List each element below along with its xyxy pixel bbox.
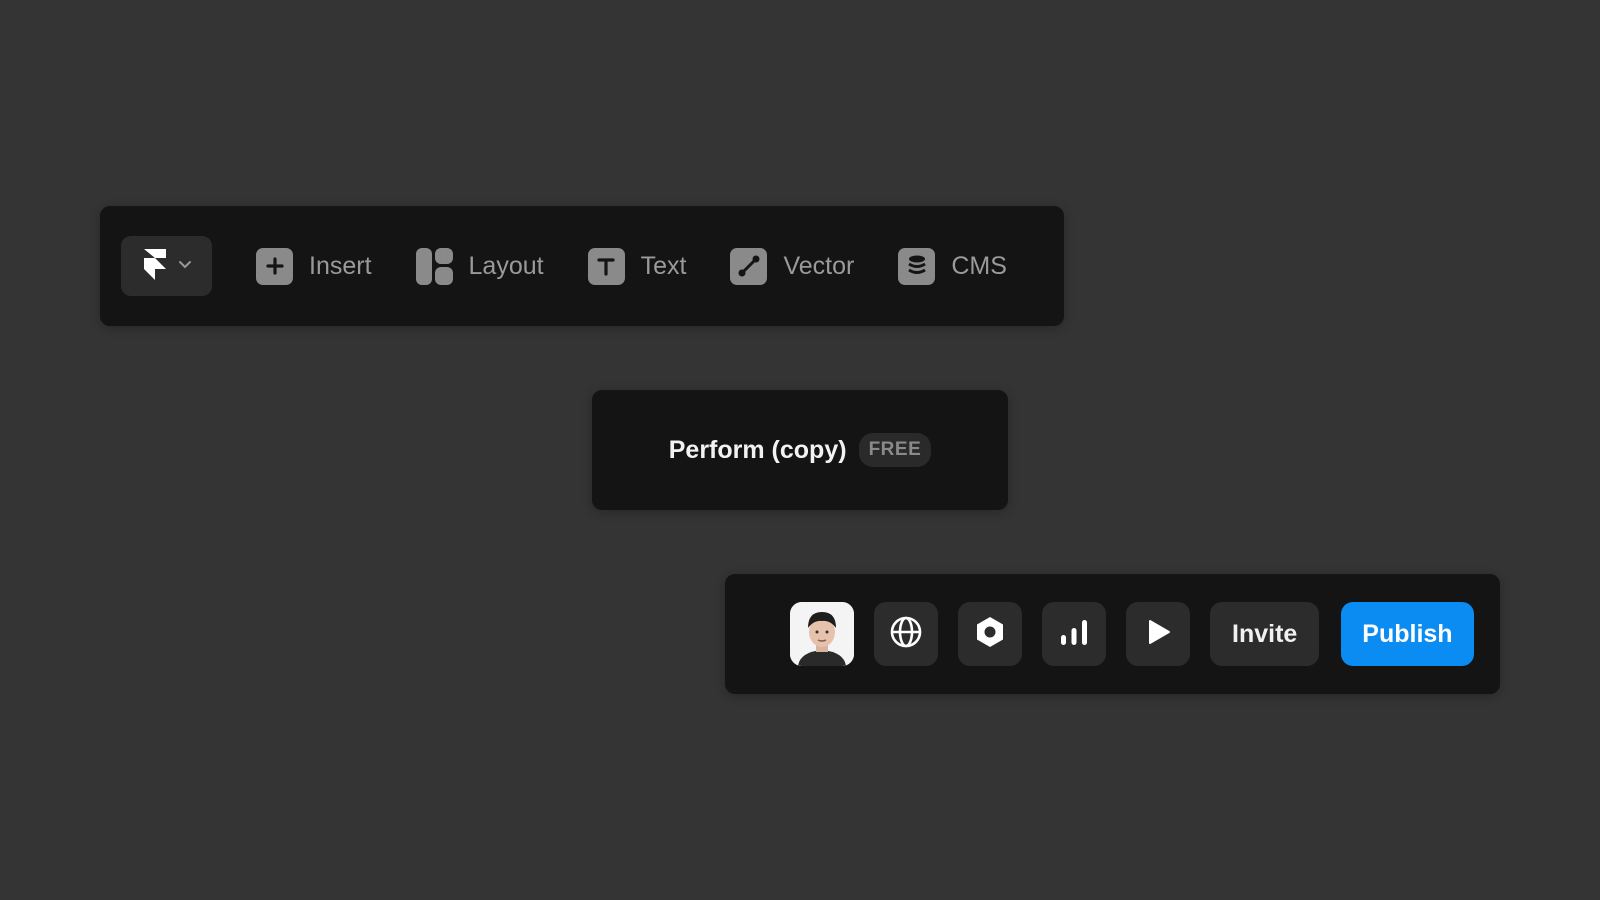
layout-tool[interactable]: Layout [415,247,544,285]
text-icon [587,247,625,285]
settings-hexagon-icon [973,615,1007,654]
play-icon [1143,617,1173,652]
analytics-button[interactable] [1042,602,1106,666]
vector-label: Vector [783,251,855,280]
framer-menu-button[interactable] [121,236,212,296]
project-title-panel[interactable]: Perform (copy) FREE [592,390,1008,510]
user-avatar[interactable] [790,602,854,666]
preview-button[interactable] [1126,602,1190,666]
globe-icon [889,615,923,654]
database-icon [898,247,936,285]
insert-label: Insert [309,251,372,280]
settings-button[interactable] [958,602,1022,666]
vector-pen-icon [730,247,768,285]
cms-tool[interactable]: CMS [898,247,1007,285]
plan-badge: FREE [858,433,932,467]
publish-button[interactable]: Publish [1341,602,1474,666]
globe-button[interactable] [874,602,938,666]
framer-logo-icon [142,247,168,286]
cms-label: CMS [951,251,1007,280]
plus-icon [256,247,293,285]
project-title: Perform (copy) [668,435,847,464]
text-label: Text [640,251,687,280]
actions-toolbar: Invite Publish [725,574,1500,694]
analytics-bars-icon [1058,616,1090,653]
insert-tool[interactable]: Insert [256,247,372,285]
layout-label: Layout [468,251,544,280]
text-tool[interactable]: Text [587,247,687,285]
chevron-down-icon [178,257,192,275]
main-toolbar: Insert Layout Text Vector CMS [100,206,1064,326]
invite-button[interactable]: Invite [1210,602,1320,666]
layout-icon [415,247,453,285]
vector-tool[interactable]: Vector [730,247,855,285]
